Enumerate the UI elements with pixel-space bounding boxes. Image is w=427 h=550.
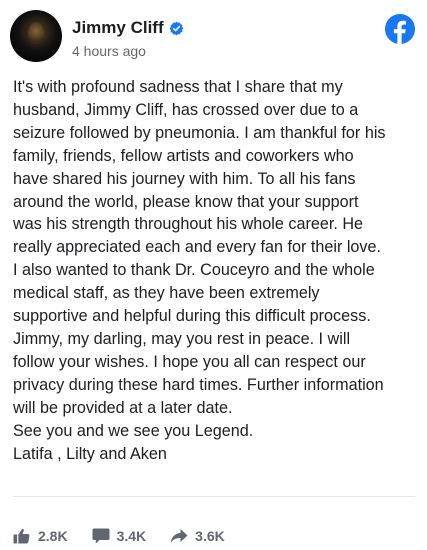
post-body-line: seizure followed by pneumonia. I am than… [13, 123, 386, 142]
facebook-logo-icon [385, 14, 415, 44]
post-body-line: really appreciated each and every fan fo… [13, 238, 382, 257]
post-body-line: Latifa , Lilty and Aken [13, 444, 167, 463]
avatar[interactable] [10, 10, 62, 62]
post-body-line: around the world, please know that your … [13, 192, 359, 211]
post-body-line: I also wanted to thank Dr. Couceyro and … [13, 261, 375, 280]
post-body-line: privacy during these hard times. Further… [13, 375, 384, 394]
post-body-line: supportive and helpful during this diffi… [13, 307, 371, 326]
share-arrow-icon [170, 529, 188, 543]
post-body-line: See you and we see you Legend. [13, 421, 254, 440]
comments-count: 3.4K [116, 528, 147, 544]
post-body-line: Jimmy, my darling, may you rest in peace… [13, 329, 351, 348]
post-body-line: will be provided at a later date. [13, 398, 233, 417]
thumbs-up-icon [13, 528, 30, 544]
post-body-line: have shared his journey with him. To all… [13, 169, 356, 188]
avatar-photo [28, 22, 44, 44]
shares-count: 3.6K [195, 528, 225, 544]
post-timestamp[interactable]: 4 hours ago [72, 43, 146, 59]
divider [13, 496, 415, 497]
comments-stat[interactable]: 3.4K [92, 528, 147, 544]
post-body: It's with profound sadness that I share … [13, 76, 418, 465]
post-body-line: It's with profound sadness that I share … [13, 78, 343, 96]
likes-stat[interactable]: 2.8K [13, 528, 68, 544]
post-body-line: husband, Jimmy Cliff, has crossed over d… [13, 100, 359, 119]
post-body-line: was his strength throughout his whole ca… [13, 215, 364, 234]
engagement-bar: 2.8K 3.4K 3.6K [13, 526, 249, 546]
post-body-line: medical staff, as they have been extreme… [13, 284, 320, 303]
post-header: Jimmy Cliff 4 hours ago [10, 10, 415, 62]
shares-stat[interactable]: 3.6K [170, 528, 225, 544]
post-body-line: follow your wishes. I hope you all can r… [13, 352, 366, 371]
author-row: Jimmy Cliff [72, 17, 184, 39]
post-body-line: family, friends, fellow artists and cowo… [13, 146, 354, 165]
likes-count: 2.8K [38, 528, 68, 544]
author-name[interactable]: Jimmy Cliff [72, 18, 164, 38]
comment-bubble-icon [92, 528, 110, 544]
verified-badge-icon [169, 21, 183, 35]
